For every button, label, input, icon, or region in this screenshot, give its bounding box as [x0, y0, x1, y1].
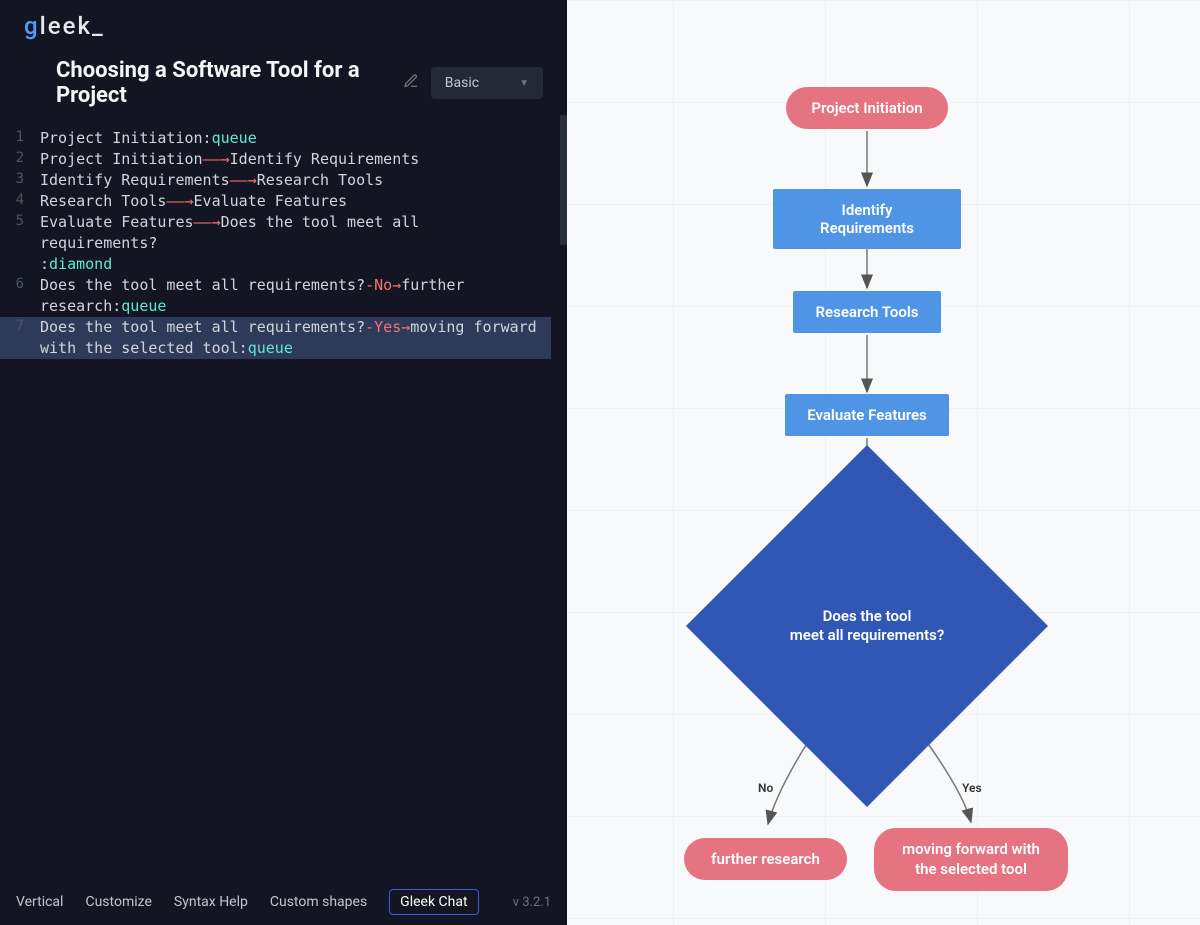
- node-decision[interactable]: Does the tool meet all requirements?: [739, 498, 995, 754]
- code-line[interactable]: 1Project Initiation:queue: [0, 128, 551, 149]
- diagram-panel[interactable]: Project Initiation Identify Requirements…: [567, 0, 1200, 925]
- bottom-toolbar: Vertical Customize Syntax Help Custom sh…: [0, 879, 567, 925]
- app-logo[interactable]: g leek_: [24, 12, 543, 40]
- node-label: moving forward with the selected tool: [902, 840, 1040, 879]
- gleek-chat-button[interactable]: Gleek Chat: [389, 889, 478, 915]
- node-label: further research: [711, 850, 820, 868]
- line-number: 6: [0, 275, 40, 295]
- edge-label-no: No: [758, 781, 773, 795]
- node-label: Identify Requirements: [795, 201, 939, 237]
- code-line[interactable]: 6Does the tool meet all requirements?-No…: [0, 275, 551, 317]
- node-label: Does the tool meet all requirements?: [790, 607, 945, 646]
- node-identify[interactable]: Identify Requirements: [773, 189, 961, 249]
- code-content: Project Initiation:queue: [40, 128, 551, 149]
- code-content: Does the tool meet all requirements?-No→…: [40, 275, 551, 317]
- line-number: 1: [0, 128, 40, 148]
- line-number: 3: [0, 170, 40, 190]
- node-label: Evaluate Features: [807, 406, 927, 424]
- logo-glyph: g: [24, 12, 38, 40]
- code-content: Research Tools——→Evaluate Features: [40, 191, 551, 212]
- node-moving-forward[interactable]: moving forward with the selected tool: [874, 828, 1068, 891]
- layout-direction-button[interactable]: Vertical: [16, 894, 63, 910]
- line-number: 4: [0, 191, 40, 211]
- node-label: Research Tools: [816, 303, 919, 321]
- line-number: 2: [0, 149, 40, 169]
- line-number: 5: [0, 212, 40, 232]
- version-label: v 3.2.1: [513, 895, 551, 910]
- node-label: Project Initiation: [811, 99, 922, 117]
- node-further-research[interactable]: further research: [684, 838, 847, 880]
- diagram-type-select[interactable]: Basic ▼: [431, 67, 543, 99]
- custom-shapes-button[interactable]: Custom shapes: [270, 894, 367, 910]
- code-line[interactable]: 2Project Initiation——→Identify Requireme…: [0, 149, 551, 170]
- code-content: Project Initiation——→Identify Requiremen…: [40, 149, 551, 170]
- chevron-down-icon: ▼: [519, 78, 529, 89]
- code-line[interactable]: 3Identify Requirements——→Research Tools: [0, 170, 551, 191]
- code-line[interactable]: 5Evaluate Features——→Does the tool meet …: [0, 212, 551, 275]
- logo-row: g leek_: [0, 0, 567, 48]
- diagram-title: Choosing a Software Tool for a Project: [56, 58, 391, 108]
- editor-scrollbar[interactable]: [560, 115, 567, 245]
- code-content: Evaluate Features——→Does the tool meet a…: [40, 212, 551, 275]
- syntax-help-button[interactable]: Syntax Help: [174, 894, 248, 910]
- code-line[interactable]: 7Does the tool meet all requirements?-Ye…: [0, 317, 551, 359]
- code-content: Identify Requirements——→Research Tools: [40, 170, 551, 191]
- edit-title-icon[interactable]: [403, 73, 419, 93]
- code-content: Does the tool meet all requirements?-Yes…: [40, 317, 551, 359]
- customize-button[interactable]: Customize: [85, 894, 151, 910]
- editor-panel: g leek_ Choosing a Software Tool for a P…: [0, 0, 567, 925]
- node-start[interactable]: Project Initiation: [786, 87, 948, 129]
- node-research[interactable]: Research Tools: [793, 291, 941, 333]
- edge-label-yes: Yes: [962, 781, 982, 795]
- node-evaluate[interactable]: Evaluate Features: [785, 394, 949, 436]
- line-number: 7: [0, 317, 40, 337]
- code-editor[interactable]: 1Project Initiation:queue2Project Initia…: [0, 124, 567, 879]
- flowchart-canvas: Project Initiation Identify Requirements…: [567, 0, 1200, 925]
- diagram-type-label: Basic: [445, 75, 479, 91]
- code-line[interactable]: 4Research Tools——→Evaluate Features: [0, 191, 551, 212]
- title-row: Choosing a Software Tool for a Project B…: [0, 48, 567, 124]
- logo-text: leek_: [40, 12, 105, 40]
